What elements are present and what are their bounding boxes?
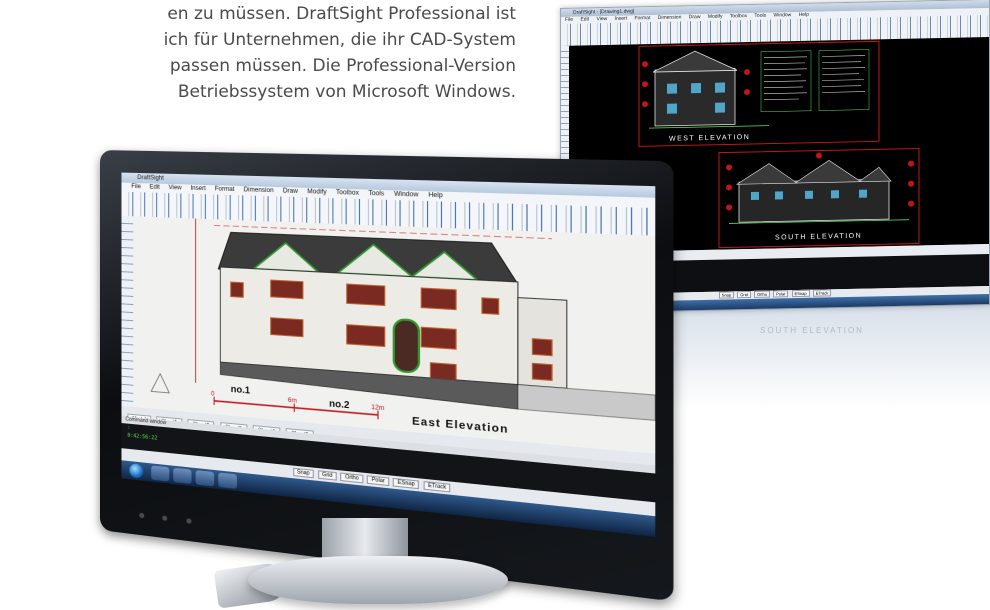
menu-item-view[interactable]: View — [169, 185, 182, 192]
west-window — [715, 82, 725, 93]
status-snap-button[interactable]: Snap — [292, 467, 314, 479]
status-etrack-button[interactable]: ETrack — [812, 289, 832, 297]
menu-item-view[interactable]: View — [596, 16, 607, 22]
west-window — [691, 83, 701, 94]
west-window — [715, 102, 725, 113]
menu-item-file[interactable]: File — [131, 184, 141, 190]
menu-item-modify[interactable]: Modify — [708, 14, 723, 20]
reflection-text: SOUTH ELEVATION — [760, 326, 864, 335]
menu-item-edit[interactable]: Edit — [580, 16, 589, 22]
front-door — [394, 319, 419, 373]
menu-item-modify[interactable]: Modify — [307, 189, 326, 196]
menu-item-insert[interactable]: Insert — [190, 186, 205, 193]
menu-item-tools[interactable]: Tools — [368, 191, 384, 198]
front-cad-window[interactable]: DraftSight File Edit View Insert Format … — [121, 172, 656, 537]
monitor-buttons — [139, 505, 206, 531]
west-window — [667, 83, 677, 94]
menu-item-file[interactable]: File — [565, 17, 573, 23]
south-elevation-label: SOUTH ELEVATION — [775, 233, 862, 242]
browser-taskbar-icon[interactable] — [195, 470, 215, 487]
menu-item-format[interactable]: Format — [215, 186, 235, 193]
west-window — [667, 103, 677, 114]
intro-paragraph: en zu müssen. DraftSight Professional is… — [0, 1, 516, 105]
menu-item-draw[interactable]: Draw — [689, 14, 701, 20]
status-esnap-button[interactable]: ESnap — [393, 477, 420, 490]
start-orb-icon[interactable] — [129, 463, 144, 479]
menu-item-help[interactable]: Help — [799, 12, 809, 18]
status-etrack-button[interactable]: ETrack — [423, 480, 451, 493]
menu-item-toolbox[interactable]: Toolbox — [336, 190, 359, 197]
menu-item-edit[interactable]: Edit — [150, 184, 160, 190]
south-roof — [858, 166, 892, 183]
status-snap-button[interactable]: Snap — [718, 291, 735, 299]
south-house — [738, 178, 890, 223]
menu-item-format[interactable]: Format — [635, 15, 651, 21]
label-no1: no.1 — [231, 383, 250, 395]
status-ortho-button[interactable]: Ortho — [753, 290, 770, 298]
monitor: DraftSight File Edit View Insert Format … — [100, 150, 674, 602]
notes-text-lines — [764, 55, 865, 101]
monitor-button-icon[interactable] — [162, 515, 168, 522]
west-elevation-label: WEST ELEVATION — [669, 134, 750, 143]
monitor-button-icon[interactable] — [186, 518, 192, 524]
menu-item-insert[interactable]: Insert — [615, 16, 628, 22]
status-grid-button[interactable]: Grid — [317, 470, 337, 481]
monitor-base — [248, 556, 508, 604]
ground-plane — [518, 385, 656, 421]
intro-line: passen müssen. Die Professional-Version — [169, 56, 516, 76]
status-polar-button[interactable]: Polar — [773, 290, 789, 298]
west-house — [654, 67, 736, 127]
monitor-button-icon[interactable] — [139, 512, 145, 519]
intro-line: en zu müssen. DraftSight Professional is… — [167, 4, 516, 24]
label-no2: no.2 — [329, 398, 349, 411]
front-window-side-toolbar[interactable] — [121, 215, 134, 407]
south-roof — [793, 160, 862, 184]
ucs-icon — [151, 373, 169, 393]
status-ortho-button[interactable]: Ortho — [340, 472, 364, 484]
explorer-taskbar-icon[interactable] — [151, 465, 170, 482]
menu-item-toolbox[interactable]: Toolbox — [730, 13, 747, 19]
menu-item-dimension[interactable]: Dimension — [658, 14, 682, 20]
menu-item-dimension[interactable]: Dimension — [244, 187, 274, 194]
folder-taskbar-icon[interactable] — [173, 467, 192, 484]
draftsight-taskbar-icon[interactable] — [218, 472, 237, 489]
intro-line: Betriebssystem von Microsoft Windows. — [177, 82, 516, 102]
menu-item-help[interactable]: Help — [428, 192, 442, 199]
south-roof — [735, 163, 798, 185]
menu-item-window[interactable]: Window — [394, 191, 418, 198]
intro-line: ich für Unternehmen, die ihr CAD-System — [163, 30, 516, 50]
scale-label-12m: 12m — [371, 405, 384, 413]
menu-item-tools[interactable]: Tools — [754, 13, 766, 19]
status-polar-button[interactable]: Polar — [367, 475, 390, 487]
status-grid-button[interactable]: Grid — [737, 291, 751, 299]
west-roof — [652, 50, 738, 73]
menu-item-draw[interactable]: Draw — [283, 188, 298, 195]
status-esnap-button[interactable]: ESnap — [791, 289, 810, 298]
menu-item-window[interactable]: Window — [774, 12, 792, 18]
scale-label-6m: 6m — [288, 398, 297, 405]
